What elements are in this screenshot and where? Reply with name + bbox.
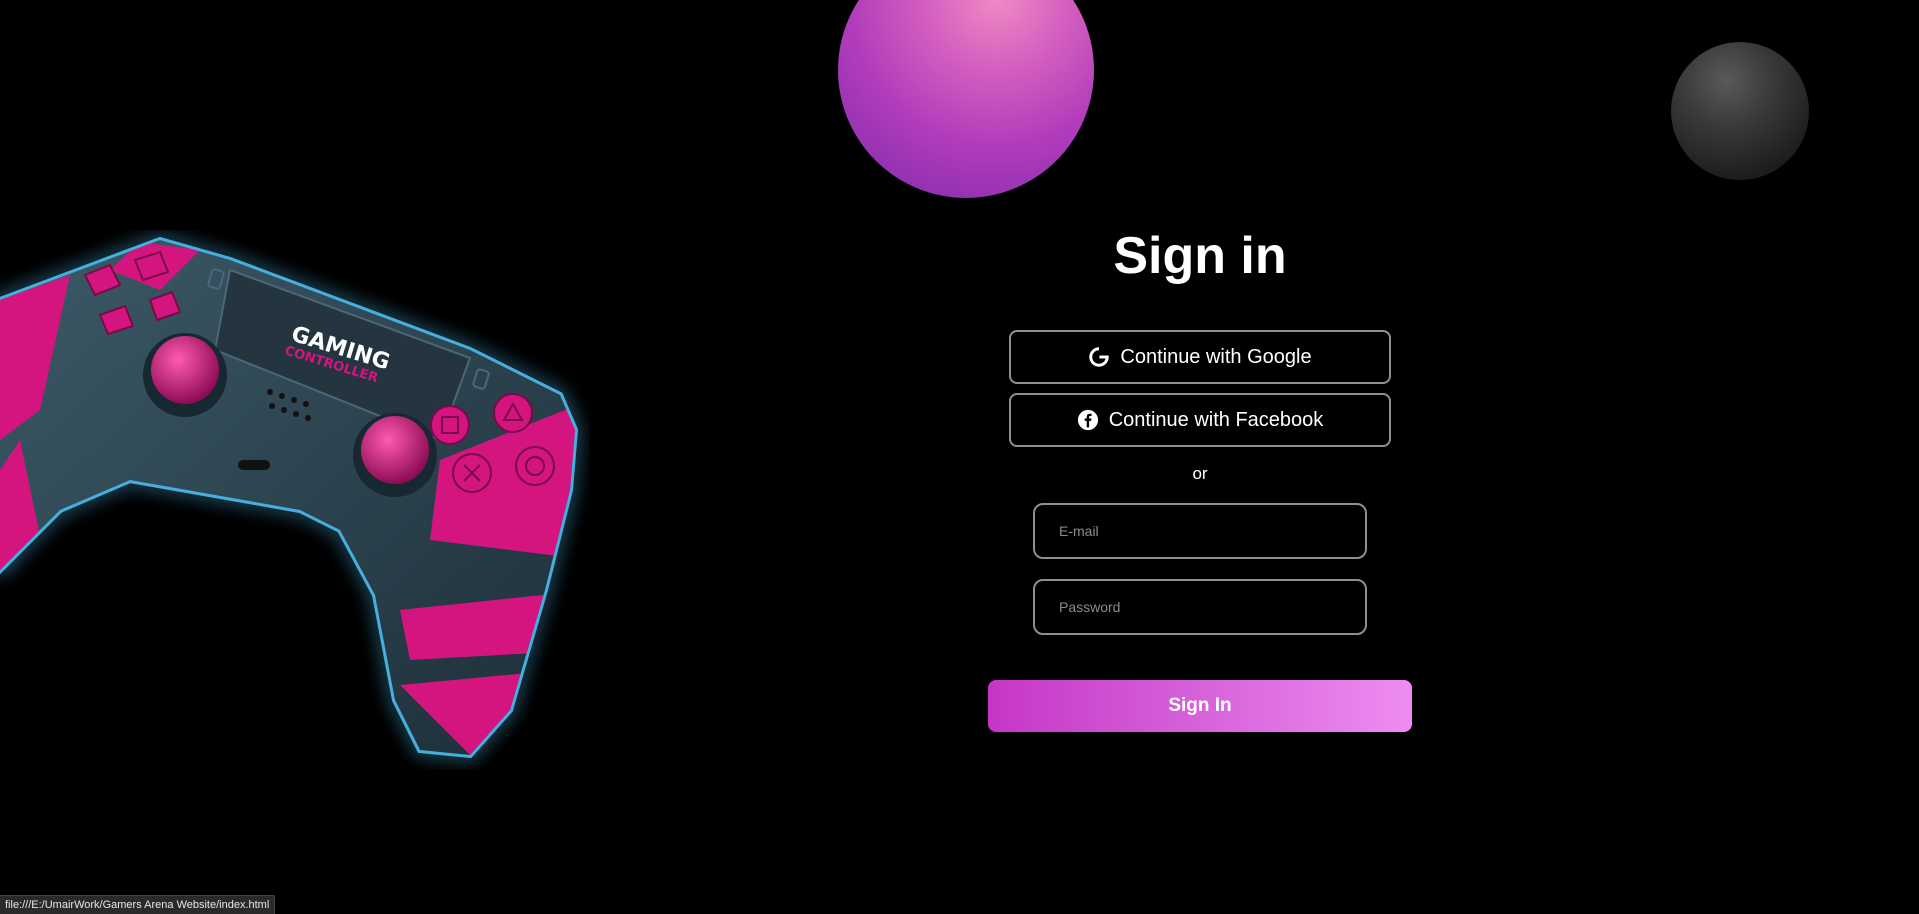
google-button-label: Continue with Google	[1120, 345, 1312, 368]
sign-in-button[interactable]: Sign In	[988, 680, 1412, 732]
decorative-dark-orb	[1671, 42, 1809, 180]
page-title: Sign in	[1113, 227, 1287, 285]
browser-status-bar: file:///E:/UmairWork/Gamers Arena Websit…	[0, 895, 276, 914]
decorative-pink-orb	[838, 0, 1094, 198]
gaming-controller-image: GAMING CONTROLLER	[0, 236, 579, 759]
email-field[interactable]	[1033, 503, 1367, 559]
google-icon	[1088, 346, 1110, 368]
facebook-button-label: Continue with Facebook	[1108, 408, 1324, 431]
facebook-icon	[1077, 409, 1099, 431]
continue-with-facebook-button[interactable]: Continue with Facebook	[1009, 393, 1391, 447]
or-divider-text: or	[1192, 464, 1208, 483]
continue-with-google-button[interactable]: Continue with Google	[1009, 330, 1391, 384]
password-field[interactable]	[1033, 579, 1367, 635]
page: GAMING CONTROLLER Sign in Continue with …	[0, 0, 1919, 914]
